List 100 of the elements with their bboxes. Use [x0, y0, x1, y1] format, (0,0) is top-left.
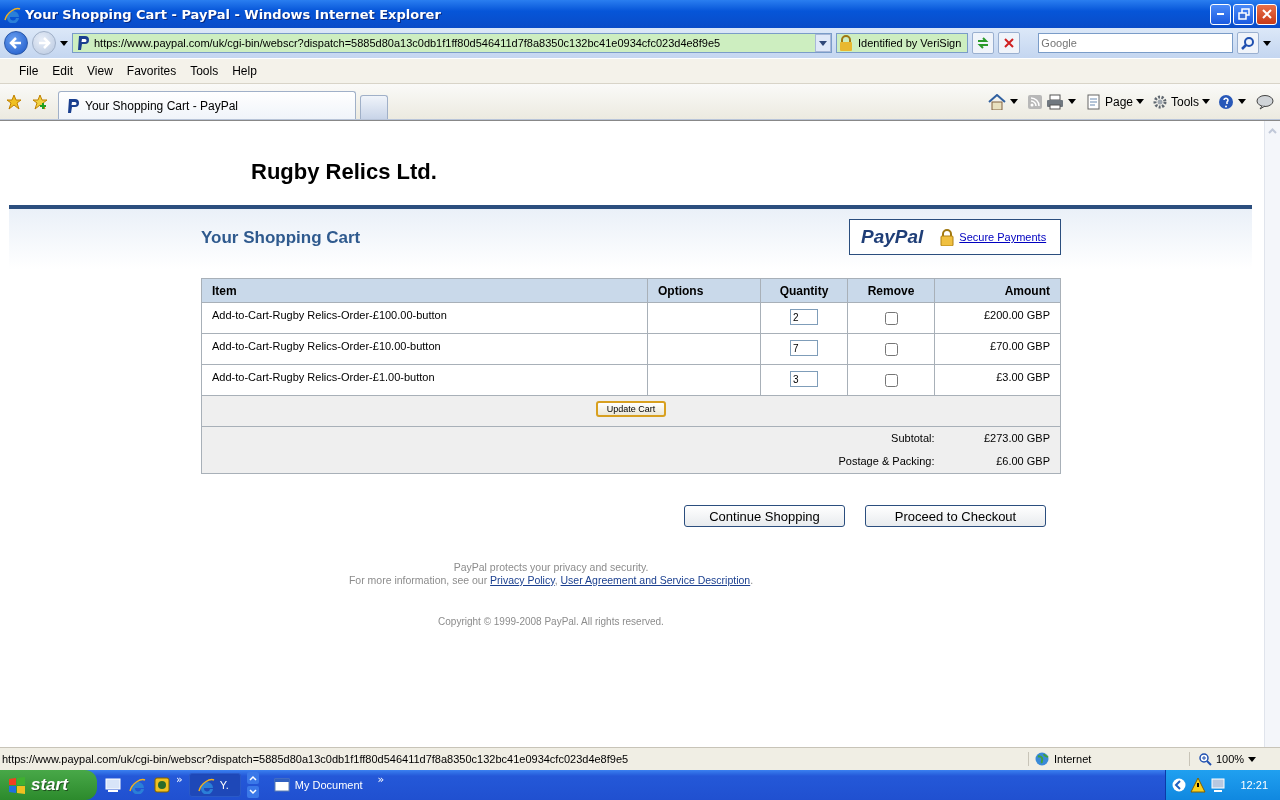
browser-logo-icon[interactable] [129, 776, 146, 794]
command-button[interactable]: Page [1085, 93, 1144, 110]
total-value: £273.00 GBP [934, 426, 1061, 450]
stop-button[interactable] [998, 32, 1021, 54]
browser-logo-icon [197, 776, 215, 794]
browser-tab[interactable]: Your Shopping Cart - PayPal [58, 91, 356, 119]
column-header: Amount [934, 278, 1061, 303]
vertical-scrollbar[interactable] [1264, 121, 1280, 747]
privacy-note: PayPal protects your privacy and security. [452, 561, 650, 574]
table-cell: Add-to-Cart-Rugby Relics-Order-£1.00-button [201, 364, 648, 396]
identity-text: Identified by VeriSign [858, 37, 962, 49]
padlock-icon [839, 35, 853, 51]
column-header: Quantity [760, 278, 848, 303]
close-icon [1260, 8, 1273, 20]
menu-item[interactable]: Edit [45, 64, 81, 78]
start-button[interactable]: start [0, 770, 97, 800]
paypal-logo: PayPal [861, 226, 924, 248]
printer-icon[interactable] [1045, 93, 1064, 110]
restore-button[interactable] [1233, 3, 1254, 25]
paypal-favicon-icon [75, 35, 91, 51]
windows-flag-icon [8, 776, 26, 794]
forward-arrow-icon [37, 36, 51, 50]
remove-checkbox[interactable] [884, 312, 898, 325]
gear-icon [1152, 93, 1168, 110]
command-button[interactable]: Tools [1152, 93, 1210, 110]
table-cell: Add-to-Cart-Rugby Relics-Order-£100.00-button [201, 302, 648, 334]
taskbar-button[interactable]: Y. [188, 773, 241, 797]
menu-item[interactable]: Favorites [119, 64, 184, 78]
more-info-text: For more information, see our Privacy Policy, User Agreement and Service Description. [347, 574, 755, 587]
tray-expand-icon[interactable] [1172, 778, 1187, 792]
total-value: £6.00 GBP [934, 450, 1061, 474]
table-cell: Add-to-Cart-Rugby Relics-Order-£10.00-button [201, 333, 648, 365]
remove-checkbox[interactable] [884, 343, 898, 356]
taskbar-chevron[interactable]: » [377, 770, 385, 786]
quantity-field[interactable]: 3 [790, 371, 818, 387]
padlock-icon [940, 228, 955, 246]
command-label: Tools [1171, 94, 1199, 109]
refresh-button[interactable] [972, 32, 995, 54]
document-window-icon [273, 778, 290, 792]
quantity-field[interactable]: 2 [790, 309, 818, 325]
remove-checkbox[interactable] [884, 374, 898, 387]
caret-icon[interactable] [1238, 99, 1246, 104]
menu-item[interactable]: Tools [183, 64, 226, 78]
security-zone-text: Internet [1054, 753, 1092, 765]
add-favorite-icon[interactable] [32, 93, 48, 110]
page-icon [1085, 93, 1102, 110]
search-options-caret-icon[interactable] [1263, 40, 1272, 46]
paypal-favicon-icon [65, 97, 81, 114]
zoom-magnifier-icon [1198, 752, 1212, 766]
search-button[interactable] [1237, 32, 1260, 54]
action-button[interactable]: Continue Shopping [684, 505, 845, 527]
start-label: start [31, 775, 68, 795]
zoom-control[interactable]: 100% [1189, 752, 1278, 766]
minimize-icon [1217, 13, 1224, 15]
close-button[interactable] [1256, 3, 1277, 25]
back-button[interactable] [4, 31, 28, 55]
command-label: Page [1104, 94, 1133, 109]
task-label: My Document [294, 779, 363, 791]
globe-icon [1035, 752, 1049, 766]
scroll-arrows-icon[interactable] [246, 772, 259, 798]
menu-item[interactable]: View [80, 64, 120, 78]
total-label: Subtotal: [201, 426, 935, 450]
address-dropdown-button[interactable] [815, 34, 831, 52]
media-player-icon[interactable] [154, 777, 170, 793]
back-arrow-icon [9, 36, 23, 50]
help-icon[interactable] [1218, 93, 1234, 110]
address-field[interactable]: https://www.paypal.com/uk/cgi-bin/webscr?dispatch=5885d80a13c0db1f1ff80d546411d7f8a8350c132bc41e0934cfc023d4e8f9e5 [72, 33, 832, 53]
menu-item[interactable]: Help [225, 64, 264, 78]
column-header: Options [647, 278, 761, 303]
security-identity-badge[interactable]: Identified by VeriSign [836, 33, 969, 53]
menu-item[interactable]: File [12, 64, 46, 78]
caret-icon[interactable] [1009, 99, 1018, 104]
quick-launch-chevron[interactable]: » [176, 770, 183, 786]
zoom-level-text: 100% [1216, 753, 1245, 765]
quantity-field[interactable]: 7 [790, 340, 818, 356]
secure-payments-link[interactable]: Secure Payments [959, 231, 1047, 243]
stop-icon [1003, 37, 1016, 49]
dropdown-caret-icon[interactable] [60, 40, 68, 46]
taskbar-button[interactable]: My Document [264, 773, 372, 797]
footer-link[interactable]: Privacy Policy [490, 574, 555, 586]
restore-icon [1237, 8, 1250, 20]
refresh-icon [976, 36, 991, 50]
caret-icon[interactable] [1067, 99, 1076, 104]
column-header: Item [201, 278, 648, 303]
minimize-button[interactable] [1210, 3, 1231, 25]
action-button[interactable]: Proceed to Checkout [865, 505, 1046, 527]
home-icon[interactable] [987, 93, 1006, 110]
favorites-star-icon[interactable] [6, 93, 22, 110]
table-cell: £3.00 GBP [934, 364, 1061, 396]
table-cell: £70.00 GBP [934, 333, 1061, 365]
research-bubble-icon[interactable] [1256, 93, 1274, 110]
clock-text: 12:21 [1240, 779, 1268, 791]
show-desktop-icon[interactable] [105, 777, 121, 793]
search-field[interactable]: Google [1038, 33, 1234, 53]
update-cart-button[interactable]: Update Cart [595, 401, 667, 417]
merchant-name: Rugby Relics Ltd. [251, 159, 437, 186]
tab-label: Your Shopping Cart - PayPal [85, 98, 238, 113]
caret-icon [819, 40, 827, 46]
table-cell: £200.00 GBP [934, 302, 1061, 334]
status-text: https://www.paypal.com/uk/cgi-bin/webscr?dispatch=5885d80a13c0db1f1ff80d546411d7f8a8350c132bc41e0934cfc023d4e8f9e5 [2, 753, 630, 765]
